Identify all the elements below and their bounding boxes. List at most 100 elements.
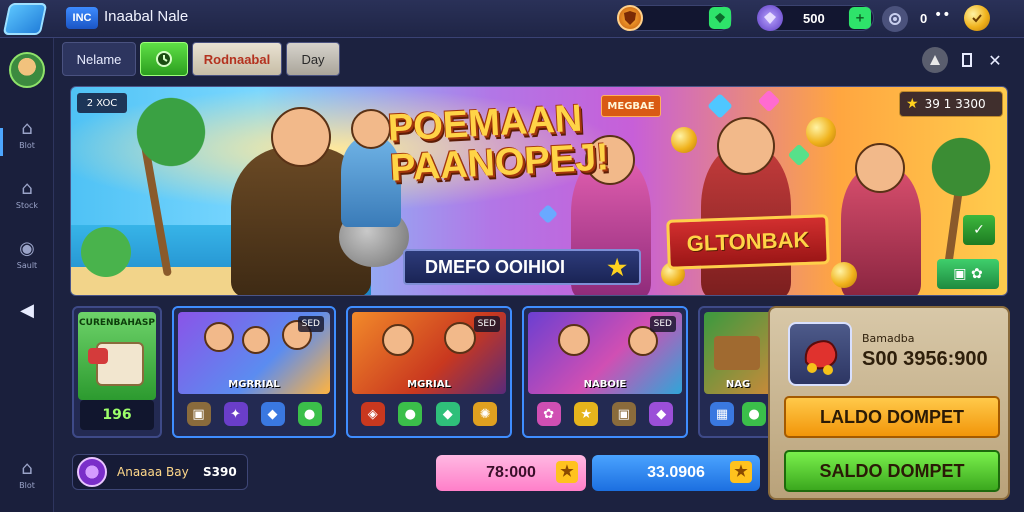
- character-head: [855, 143, 905, 193]
- green-gem-icon[interactable]: [708, 6, 732, 30]
- top-bar: INC Inaabal Nale 500 + 0 ••: [0, 0, 1024, 38]
- card-tag: SED: [297, 316, 324, 332]
- resource-shield-pill[interactable]: [617, 5, 732, 31]
- saldo-dompet-button[interactable]: SALDO DOMPET: [784, 450, 1000, 492]
- tab-clock[interactable]: [140, 42, 188, 76]
- hero-banner[interactable]: 2 XOC POEMAAN PAANOPEJ! MEGBAE GLTONBAK …: [70, 86, 1008, 296]
- character-head: [382, 324, 414, 356]
- app-badge: INC: [66, 7, 98, 29]
- palm-tree-icon: [111, 87, 231, 177]
- home-icon: ⌂: [21, 458, 33, 479]
- chest-icon: [714, 336, 760, 370]
- reward-item: [788, 322, 852, 386]
- settings-icon: ◉: [19, 238, 35, 259]
- coin-icon: [671, 127, 697, 153]
- card-art: NAG: [704, 312, 772, 394]
- resource-crystal-pill[interactable]: 500 +: [757, 5, 874, 31]
- coin-icon: [831, 262, 857, 288]
- bookmark-button[interactable]: [954, 47, 980, 73]
- dots-icon: ••: [934, 7, 951, 23]
- settings-icon[interactable]: [882, 6, 908, 32]
- blue-currency-pill[interactable]: 33.0906 ★: [592, 455, 760, 491]
- character-head: [204, 322, 234, 352]
- tab-nelame[interactable]: Nelame: [62, 42, 136, 76]
- profile-avatar: [77, 457, 107, 487]
- profile-chip[interactable]: Anaaaa Bay S390: [72, 454, 248, 490]
- pink-currency-pill[interactable]: 78:000 ★: [436, 455, 586, 491]
- box-icon: ▣: [186, 402, 211, 426]
- home-icon: ⌂: [21, 118, 33, 139]
- card-icon-row: ◈ ● ◆ ✺: [354, 400, 504, 428]
- share-icon: ▣ ✿: [953, 266, 983, 282]
- settings-value: 0: [920, 11, 928, 26]
- back-arrow-icon: ◀: [20, 300, 34, 321]
- character-head: [351, 109, 391, 149]
- tab-day[interactable]: Day: [286, 42, 340, 76]
- star-icon: ★: [607, 255, 627, 280]
- card-tag: SED: [649, 316, 676, 332]
- star-icon: ★: [906, 96, 919, 112]
- potion-icon: ●: [297, 402, 322, 426]
- close-button[interactable]: ✕: [982, 47, 1008, 73]
- gem-icon: [538, 204, 558, 224]
- card-art: SED MGRRIAL: [178, 312, 330, 394]
- sidebar-item-sault[interactable]: ◉ Sault: [0, 238, 54, 270]
- sidebar-item-stock[interactable]: ⌂ Stock: [0, 178, 54, 210]
- clock-icon: [156, 51, 172, 67]
- share-button[interactable]: ▣ ✿: [937, 259, 999, 289]
- card-art: SED NABOIE: [528, 312, 682, 394]
- star-icon: ★: [574, 402, 599, 426]
- check-button[interactable]: ✓: [963, 215, 995, 245]
- gem-icon: [707, 93, 733, 119]
- close-icon: ✕: [988, 50, 1002, 70]
- wallet-popup: Bamadba S00 3956:900 LALDO DOMPET SALDO …: [768, 306, 1010, 500]
- item-card[interactable]: SED MGRRIAL ▣ ✦ ◆ ●: [172, 306, 336, 438]
- sword-icon: ✦: [223, 402, 248, 426]
- shop-icon: ⌂: [21, 178, 33, 199]
- item-card[interactable]: SED MGRIAL ◈ ● ◆ ✺: [346, 306, 512, 438]
- crystal-icon: [757, 5, 783, 31]
- check-icon: ✓: [973, 222, 985, 238]
- item-card-price[interactable]: CURENBAHASP 196: [72, 306, 162, 438]
- profile-value: S390: [203, 465, 237, 479]
- box-icon: ▣: [611, 402, 636, 426]
- card-tag: SED: [473, 316, 500, 332]
- card-name: NABOIE: [583, 379, 627, 390]
- banner-score-value: 39 1 3300: [924, 97, 986, 111]
- map-icon: ▦: [710, 402, 734, 426]
- logo-icon[interactable]: [2, 3, 48, 35]
- popup-value: S00 3956:900: [862, 348, 988, 370]
- info-button[interactable]: [922, 47, 948, 73]
- shield-icon: [617, 5, 643, 31]
- card-icon-row: ▣ ✦ ◆ ●: [180, 400, 328, 428]
- chest-icon: [88, 342, 144, 386]
- blue-currency-value: 33.0906: [647, 464, 705, 481]
- sidebar-item-label: Sault: [16, 261, 38, 270]
- info-icon: [930, 55, 940, 65]
- sidebar-item-blot[interactable]: ⌂ Blot: [0, 118, 54, 150]
- sidebar-item-blot-bottom[interactable]: ⌂ Blot: [0, 458, 54, 490]
- bow-icon: ✿: [536, 402, 561, 426]
- app-title: Inaabal Nale: [104, 8, 189, 25]
- laldo-dompet-button[interactable]: LALDO DOMPET: [784, 396, 1000, 438]
- star-icon: ★: [556, 461, 578, 483]
- item-card[interactable]: SED NABOIE ✿ ★ ▣ ◆: [522, 306, 688, 438]
- promo-bar[interactable]: DMEFO OOIHIOI ★: [403, 249, 641, 285]
- gem-icon: ◆: [260, 402, 285, 426]
- ribbon-icon: [88, 348, 108, 364]
- character-head: [558, 324, 590, 356]
- coin-icon[interactable]: [964, 5, 990, 31]
- star-icon: ★: [730, 461, 752, 483]
- sidebar-item-back[interactable]: ◀: [0, 300, 54, 322]
- gem-icon: ◆: [435, 402, 460, 426]
- banner-ribbon: GLTONBAK: [666, 214, 830, 270]
- add-crystal-icon[interactable]: +: [848, 6, 872, 30]
- sidebar-item-label: Blot: [19, 481, 35, 490]
- tab-rodnaabal[interactable]: Rodnaabal: [192, 42, 282, 76]
- event-tag: MEGBAE: [601, 95, 661, 117]
- item-card[interactable]: NAG ▦ ●: [698, 306, 778, 438]
- coin-icon: [806, 117, 836, 147]
- profile-name: Anaaaa Bay: [117, 465, 189, 479]
- player-avatar[interactable]: [9, 52, 45, 88]
- card-icon-row: ▦ ●: [706, 400, 770, 428]
